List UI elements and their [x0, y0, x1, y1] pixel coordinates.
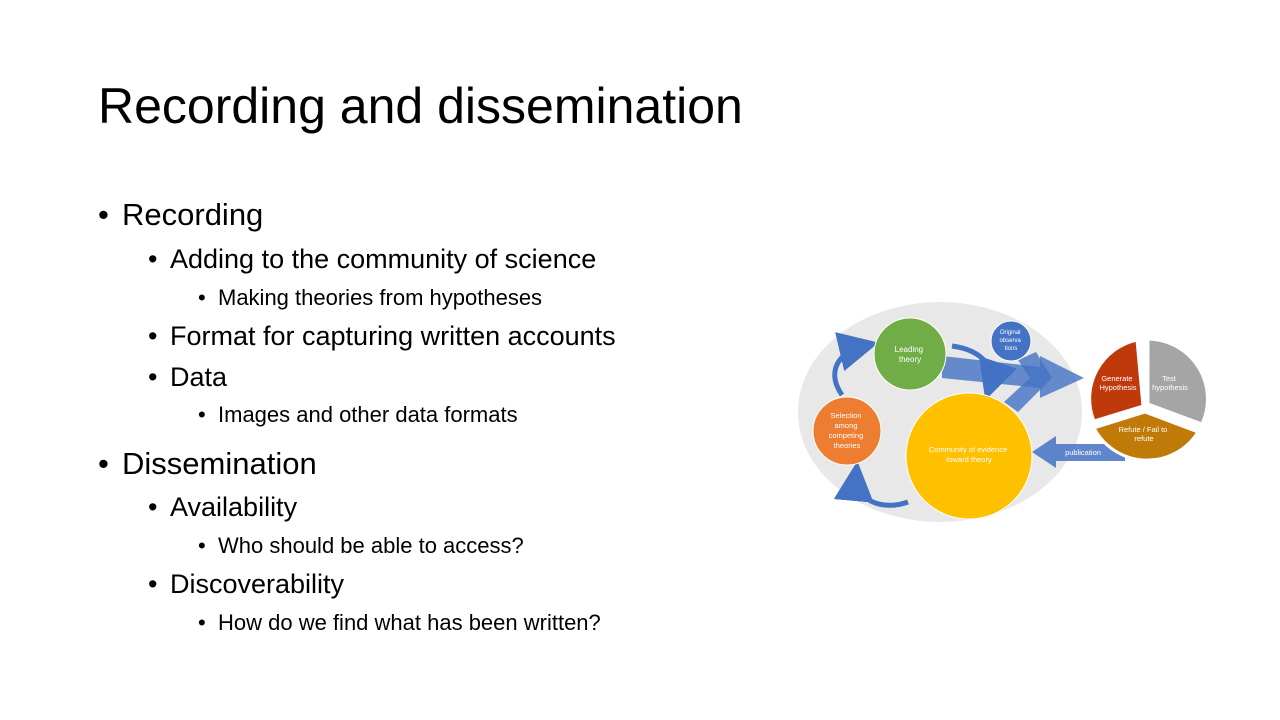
bullet-data: Data: [148, 360, 227, 394]
bullet-availability: Availability: [148, 490, 297, 524]
bullet-format: Format for capturing written accounts: [148, 319, 616, 353]
selection-label: Selection among competing theories: [829, 411, 866, 450]
bullet-discoverability: Discoverability: [148, 567, 344, 601]
generate-hypothesis-label: Generate Hypothesis: [1099, 374, 1136, 392]
bullet-how-find: How do we find what has been written?: [198, 609, 601, 637]
leading-theory-circle: [873, 317, 947, 391]
bullet-list: Recording Adding to the community of sci…: [0, 0, 760, 720]
bullet-images: Images and other data formats: [198, 401, 518, 429]
slide: Recording and dissemination Recording Ad…: [0, 0, 1280, 720]
bullet-recording: Recording: [98, 196, 263, 234]
leading-theory-label: Leading theory: [895, 345, 926, 364]
bullet-who-access: Who should be able to access?: [198, 532, 524, 560]
science-cycle-diagram: Leading theory Original observa tions Se…: [798, 302, 1209, 522]
bullet-dissemination: Dissemination: [98, 445, 317, 483]
bullet-adding-community: Adding to the community of science: [148, 242, 596, 276]
publication-label: publication: [1065, 448, 1101, 457]
bullet-making-theories: Making theories from hypotheses: [198, 284, 542, 312]
